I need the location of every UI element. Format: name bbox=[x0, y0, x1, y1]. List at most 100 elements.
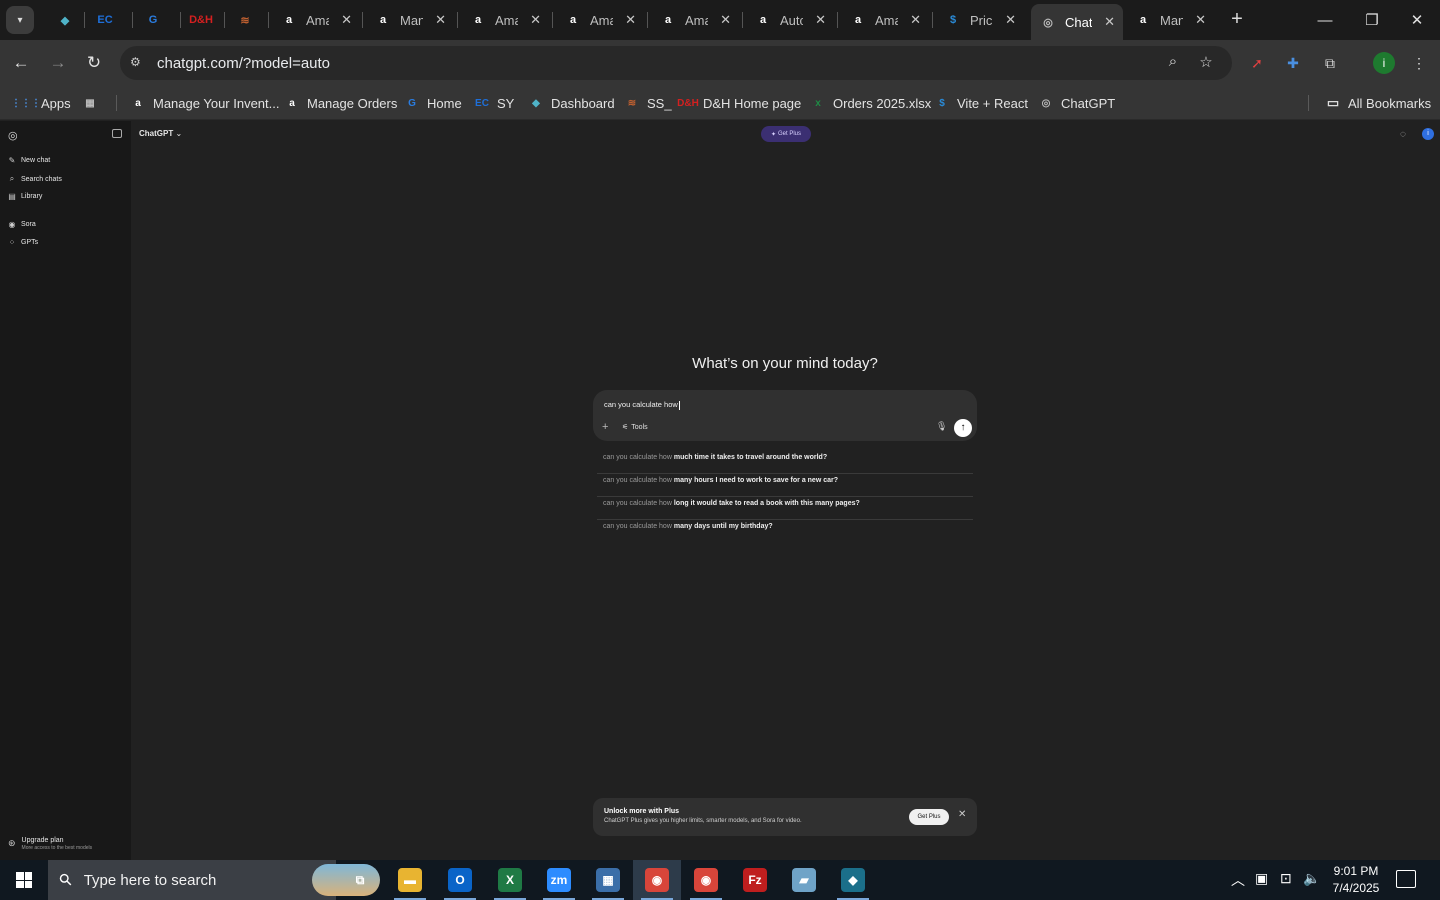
taskbar-app-filezilla[interactable]: Fz bbox=[731, 860, 779, 900]
tab-close-icon[interactable]: ✕ bbox=[435, 12, 446, 28]
close-icon[interactable]: ✕ bbox=[958, 809, 966, 820]
sidebar-item-library[interactable]: ▤ Library bbox=[8, 192, 42, 201]
address-bar[interactable]: ⚙ chatgpt.com/?model=auto ⌕ ☆ bbox=[120, 46, 1232, 80]
notification-center-icon[interactable] bbox=[1396, 870, 1416, 888]
get-plus-pill-button[interactable]: ✦ Get Plus bbox=[761, 126, 811, 142]
model-picker[interactable]: ChatGPT ⌄ bbox=[139, 129, 182, 138]
bookmark-item[interactable]: a Manage Your Invent... bbox=[130, 92, 279, 114]
bookmark-item[interactable]: ◎ ChatGPT bbox=[1038, 92, 1116, 114]
sidebar-item-sora[interactable]: ◉ Sora bbox=[8, 220, 36, 229]
tab-close-icon[interactable]: ✕ bbox=[1195, 12, 1206, 28]
network-icon[interactable]: ⊡ bbox=[1280, 870, 1292, 887]
bookmark-item[interactable]: x Orders 2025.xlsx bbox=[810, 92, 931, 114]
taskbar-app-calculator[interactable]: ▦ bbox=[584, 860, 632, 900]
tools-button[interactable]: ⚟ Tools bbox=[622, 423, 648, 432]
back-button[interactable]: ← bbox=[8, 50, 34, 76]
bookmark-item[interactable]: G Home bbox=[404, 92, 462, 114]
browser-tab[interactable]: ≋ bbox=[228, 4, 264, 36]
bookmark-item[interactable]: ≋ SS_ bbox=[624, 92, 672, 114]
microphone-icon[interactable]: 🎙 bbox=[936, 421, 947, 432]
bookmark-star-icon[interactable]: ☆ bbox=[1196, 53, 1216, 73]
bookmark-label: Orders 2025.xlsx bbox=[833, 95, 932, 111]
restore-button[interactable]: ❐ bbox=[1349, 0, 1395, 40]
suggestion-item[interactable]: can you calculate how much time it takes… bbox=[597, 451, 973, 474]
sidebar-toggle-icon[interactable] bbox=[112, 129, 122, 138]
taskbar-app-chrome[interactable]: ◉ bbox=[633, 860, 681, 900]
sidebar-item-gpts[interactable]: ⁘ GPTs bbox=[8, 238, 38, 247]
taskbar-search[interactable]: ⚲ Type here to search bbox=[48, 860, 380, 900]
taskbar-app-file-explorer[interactable]: ▬ bbox=[386, 860, 434, 900]
zoom-icon[interactable]: ⌕ bbox=[1163, 53, 1183, 73]
security-tray-icon[interactable]: ▣ bbox=[1255, 870, 1268, 887]
bookmark-item[interactable]: D&H D&H Home page bbox=[677, 92, 801, 114]
all-bookmarks-button[interactable]: ▭ All Bookmarks bbox=[1325, 92, 1431, 114]
taskbar-app-zoom[interactable]: zm bbox=[535, 860, 583, 900]
bookmark-item[interactable]: ⋮⋮⋮ Apps bbox=[11, 92, 71, 114]
account-avatar[interactable]: i bbox=[1422, 128, 1434, 140]
tab-favicon-icon: a bbox=[379, 14, 387, 26]
minimize-button[interactable]: ― bbox=[1302, 0, 1348, 40]
attach-plus-icon[interactable]: + bbox=[602, 421, 608, 433]
upgrade-plan-button[interactable]: ⊛ Upgrade plan More access to the best m… bbox=[8, 837, 92, 852]
tab-close-icon[interactable]: ✕ bbox=[341, 12, 352, 28]
taskbar-app-outlook[interactable]: O bbox=[436, 860, 484, 900]
browser-tab[interactable]: ◆ bbox=[48, 4, 78, 36]
tab-close-icon[interactable]: ✕ bbox=[1104, 14, 1115, 30]
start-button[interactable] bbox=[0, 860, 48, 900]
bookmark-item[interactable]: ◆ Dashboard bbox=[528, 92, 614, 114]
tab-close-icon[interactable]: ✕ bbox=[1005, 12, 1016, 28]
browser-tab[interactable]: $ Prici ✕ bbox=[936, 4, 1024, 36]
taskbar-app-notepad-app[interactable]: ▰ bbox=[780, 860, 828, 900]
suggestion-item[interactable]: can you calculate how many days until my… bbox=[597, 520, 973, 543]
site-info-icon[interactable]: ⚙ bbox=[130, 55, 146, 71]
tray-chevron-icon[interactable]: ︿ bbox=[1231, 870, 1245, 890]
promo-get-plus-button[interactable]: Get Plus bbox=[909, 809, 949, 825]
extension-blue-icon[interactable]: ✚ bbox=[1282, 52, 1304, 74]
browser-tab[interactable]: a Ama ✕ bbox=[272, 4, 360, 36]
tab-close-icon[interactable]: ✕ bbox=[815, 12, 826, 28]
browser-tab[interactable]: ◎ Chat ✕ bbox=[1031, 4, 1123, 40]
browser-tab[interactable]: EC bbox=[88, 4, 124, 36]
taskbar-app-excel[interactable]: X bbox=[486, 860, 534, 900]
taskbar-app-chrome-profile[interactable]: ◉ bbox=[682, 860, 730, 900]
bookmark-item[interactable]: a Manage Orders bbox=[284, 92, 397, 114]
send-button[interactable]: ↑ bbox=[954, 419, 972, 437]
tab-close-icon[interactable]: ✕ bbox=[625, 12, 636, 28]
browser-tab[interactable]: a Ama ✕ bbox=[651, 4, 739, 36]
openai-logo-icon[interactable]: ◎ bbox=[8, 129, 18, 142]
suggestion-item[interactable]: can you calculate how long it would take… bbox=[597, 497, 973, 520]
profile-avatar[interactable]: i bbox=[1373, 52, 1395, 74]
close-window-button[interactable]: ✕ bbox=[1394, 0, 1440, 40]
browser-tab[interactable]: a Ama ✕ bbox=[841, 4, 929, 36]
bookmark-item[interactable]: $ Vite + React bbox=[934, 92, 1028, 114]
extensions-puzzle-icon[interactable]: ⧉ bbox=[1319, 52, 1341, 74]
browser-tab[interactable]: a Ama ✕ bbox=[556, 4, 644, 36]
browser-tab[interactable]: G bbox=[136, 4, 172, 36]
browser-tab[interactable]: a Ama ✕ bbox=[461, 4, 549, 36]
browser-tab[interactable]: a Man ✕ bbox=[366, 4, 454, 36]
browser-tab[interactable]: a Autc ✕ bbox=[746, 4, 834, 36]
browser-tab[interactable]: a Man ✕ bbox=[1126, 4, 1214, 36]
browser-tab[interactable]: D&H bbox=[184, 4, 220, 36]
tab-close-icon[interactable]: ✕ bbox=[530, 12, 541, 28]
sidebar-item-search-chats[interactable]: ⌕ Search chats bbox=[8, 174, 62, 184]
system-clock[interactable]: 9:01 PM 7/4/2025 bbox=[1318, 863, 1394, 897]
extension-red-icon[interactable]: ➚ bbox=[1246, 52, 1268, 74]
suggestion-item[interactable]: can you calculate how many hours I need … bbox=[597, 474, 973, 497]
forward-button[interactable]: → bbox=[45, 50, 71, 76]
bookmark-item[interactable]: EC SY bbox=[474, 92, 514, 114]
bookmark-label: Apps bbox=[41, 95, 71, 111]
bookmark-item[interactable]: ▦ bbox=[82, 92, 98, 114]
reload-button[interactable]: ↻ bbox=[81, 50, 107, 76]
temporary-chat-icon[interactable]: ◌ bbox=[1400, 129, 1406, 140]
sidebar-item-new-chat[interactable]: ✎ New chat bbox=[8, 156, 51, 165]
prompt-input[interactable]: can you calculate how bbox=[604, 400, 680, 410]
tab-close-icon[interactable]: ✕ bbox=[720, 12, 731, 28]
taskbar-app-app-diamond[interactable]: ◆ bbox=[829, 860, 877, 900]
chat-composer[interactable]: can you calculate how + ⚟ Tools 🎙 ↑ bbox=[593, 390, 977, 441]
browser-menu-icon[interactable]: ⋮ bbox=[1408, 52, 1430, 74]
tab-search-button[interactable]: ▾ bbox=[6, 6, 34, 34]
new-tab-button[interactable]: + bbox=[1226, 8, 1248, 30]
tab-close-icon[interactable]: ✕ bbox=[910, 12, 921, 28]
taskbar-app-task-view[interactable]: ⧉ bbox=[336, 860, 384, 900]
